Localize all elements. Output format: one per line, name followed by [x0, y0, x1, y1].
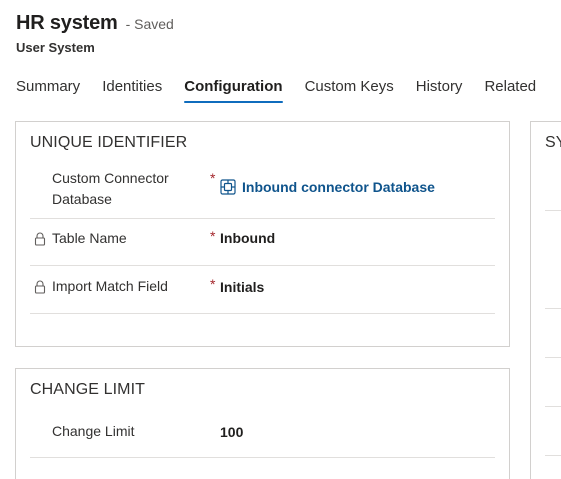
change-limit-row: Change Limit 100	[30, 413, 495, 458]
save-status: - Saved	[125, 16, 174, 32]
connector-icon	[220, 179, 236, 195]
entity-type: User System	[16, 40, 95, 55]
lock-icon	[34, 232, 46, 246]
section-title: SY	[545, 134, 561, 151]
tab-history[interactable]: History	[416, 78, 463, 103]
field-label-container: Table Name	[34, 228, 127, 249]
header: HR system - Saved	[16, 12, 174, 35]
section-title: CHANGE LIMIT	[30, 381, 145, 398]
tab-configuration[interactable]: Configuration	[184, 78, 283, 103]
divider	[545, 308, 561, 309]
divider	[545, 455, 561, 456]
import-match-field-row: Import Match Field * Initials	[30, 266, 495, 314]
tab-summary[interactable]: Summary	[16, 78, 80, 103]
field-label: Change Limit	[52, 423, 135, 439]
required-indicator: *	[210, 228, 216, 244]
page-title: HR system	[16, 12, 118, 34]
link-text: Inbound connector Database	[242, 179, 435, 195]
divider	[545, 210, 561, 211]
required-indicator: *	[210, 170, 216, 186]
table-name-row: Table Name * Inbound	[30, 219, 495, 266]
hr-system-form: HR system - Saved User System Summary Id…	[0, 0, 561, 479]
tab-custom-keys[interactable]: Custom Keys	[305, 78, 394, 103]
divider	[545, 357, 561, 358]
table-name-value: Inbound	[220, 230, 276, 246]
custom-connector-database-row: Custom Connector Database * Inbound conn…	[30, 166, 495, 219]
unique-identifier-section: UNIQUE IDENTIFIER Custom Connector Datab…	[15, 121, 510, 347]
lock-icon	[34, 280, 46, 294]
field-label-container: Import Match Field	[34, 276, 168, 297]
import-match-field-value: Initials	[220, 279, 265, 295]
field-label: Custom Connector Database	[52, 170, 169, 207]
field-label: Table Name	[52, 230, 127, 246]
custom-connector-database-link[interactable]: Inbound connector Database	[220, 179, 435, 195]
change-limit-section: CHANGE LIMIT Change Limit 100	[15, 368, 510, 479]
required-indicator: *	[210, 276, 216, 292]
tab-bar: Summary Identities Configuration Custom …	[16, 78, 558, 103]
change-limit-value: 100	[220, 424, 244, 440]
field-label: Import Match Field	[52, 278, 168, 294]
tab-identities[interactable]: Identities	[102, 78, 162, 103]
section-title: UNIQUE IDENTIFIER	[30, 134, 188, 151]
divider	[545, 406, 561, 407]
right-section: SY	[530, 121, 561, 479]
tab-related[interactable]: Related	[484, 78, 536, 103]
